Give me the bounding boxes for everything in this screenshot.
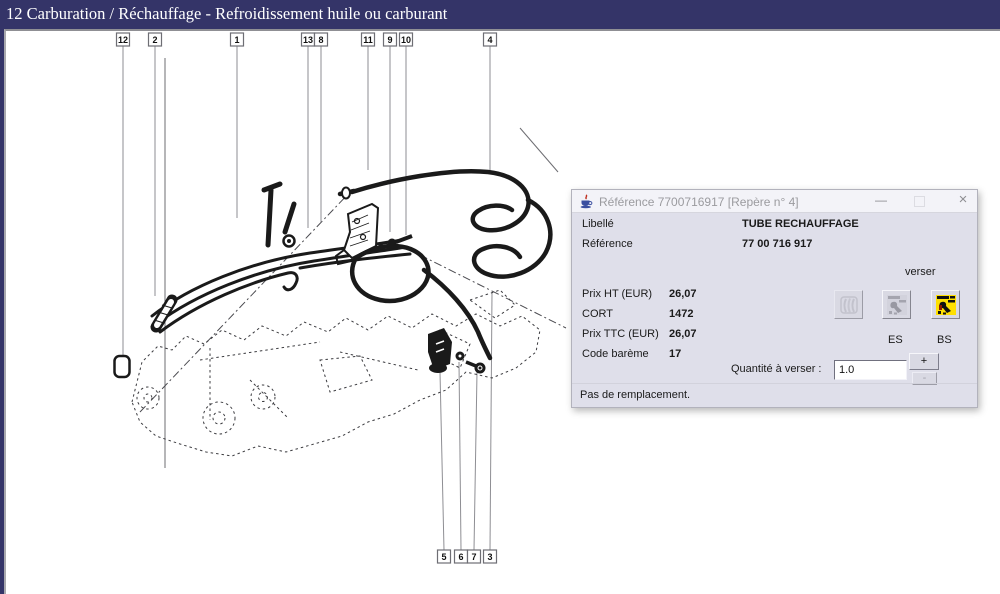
callout-1[interactable]: 1 — [231, 33, 244, 46]
svg-text:6[interactable]: 6 — [458, 552, 463, 562]
fuel-tubes — [152, 240, 410, 332]
prix-ht-value: 26,07 — [669, 288, 697, 300]
svg-text:13[interactable]: 13 — [303, 35, 313, 45]
callout-8[interactable]: 8 — [315, 33, 328, 46]
quantity-input[interactable] — [834, 360, 907, 380]
code-bareme-label: Code barème — [582, 348, 649, 360]
svg-text:12[interactable]: 12 — [118, 35, 128, 45]
callout-5[interactable]: 5 — [438, 550, 451, 563]
dialog-title-bar[interactable]: Référence 7700716917 [Repère n° 4] — × — [572, 190, 977, 213]
callout-9[interactable]: 9 — [384, 33, 397, 46]
cort-value: 1472 — [669, 308, 693, 320]
libelle-value: TUBE RECHAUFFAGE — [742, 218, 859, 230]
es-icon-button[interactable] — [882, 290, 911, 319]
callout-6[interactable]: 6 — [455, 550, 468, 563]
dialog-title: Référence 7700716917 [Repère n° 4] — [599, 195, 799, 209]
cort-label: CORT — [582, 308, 613, 320]
prix-ttc-value: 26,07 — [669, 328, 697, 340]
reference-value: 77 00 716 917 — [742, 238, 812, 250]
bs-button-label: BS — [937, 334, 952, 346]
code-bareme-value: 17 — [669, 348, 681, 360]
svg-text:11[interactable]: 11 — [363, 35, 373, 45]
o-ring — [115, 356, 130, 377]
heater-tube — [340, 171, 550, 358]
reference-label: Référence — [582, 238, 633, 250]
java-cup-icon — [579, 194, 594, 209]
es-icon — [886, 294, 908, 316]
bs-icon — [935, 294, 957, 316]
grommet-center — [287, 239, 291, 243]
svg-text:4[interactable]: 4 — [487, 35, 492, 45]
replacement-status: Pas de remplacement. — [580, 389, 690, 401]
tube-icon — [838, 294, 860, 316]
panel-lines — [165, 58, 558, 468]
callout-3[interactable]: 3 — [484, 550, 497, 563]
svg-text:7[interactable]: 7 — [471, 552, 476, 562]
svg-text:2[interactable]: 2 — [152, 35, 157, 45]
es-button-label: ES — [888, 334, 903, 346]
minimize-button[interactable]: — — [868, 190, 894, 212]
callout-13[interactable]: 13 — [302, 33, 315, 46]
callout-11[interactable]: 11 — [362, 33, 375, 46]
callout-10[interactable]: 10 — [400, 33, 413, 46]
callout-4[interactable]: 4 — [484, 33, 497, 46]
reference-dialog: Référence 7700716917 [Repère n° 4] — × L… — [571, 189, 978, 408]
bs-icon-button[interactable] — [931, 290, 960, 319]
callout-7[interactable]: 7 — [468, 550, 481, 563]
svg-text:8[interactable]: 8 — [318, 35, 323, 45]
tube-end-ring — [342, 188, 350, 199]
quantity-label: Quantité à verser : — [731, 363, 822, 375]
callout-12[interactable]: 12 — [117, 33, 130, 46]
verser-label: verser — [905, 266, 936, 278]
svg-text:5[interactable]: 5 — [441, 552, 446, 562]
callout-2[interactable]: 2 — [149, 33, 162, 46]
quantity-increment-button[interactable]: + — [909, 353, 939, 370]
maximize-button[interactable] — [914, 196, 925, 207]
libelle-label: Libellé — [582, 218, 614, 230]
prix-ttc-label: Prix TTC (EUR) — [582, 328, 659, 340]
svg-text:9[interactable]: 9 — [387, 35, 392, 45]
close-button[interactable]: × — [950, 190, 976, 212]
svg-text:1[interactable]: 1 — [234, 35, 239, 45]
tube-icon-button — [834, 290, 863, 319]
footer-separator — [572, 383, 977, 384]
svg-text:10[interactable]: 10 — [401, 35, 411, 45]
svg-text:3[interactable]: 3 — [487, 552, 492, 562]
prix-ht-label: Prix HT (EUR) — [582, 288, 652, 300]
